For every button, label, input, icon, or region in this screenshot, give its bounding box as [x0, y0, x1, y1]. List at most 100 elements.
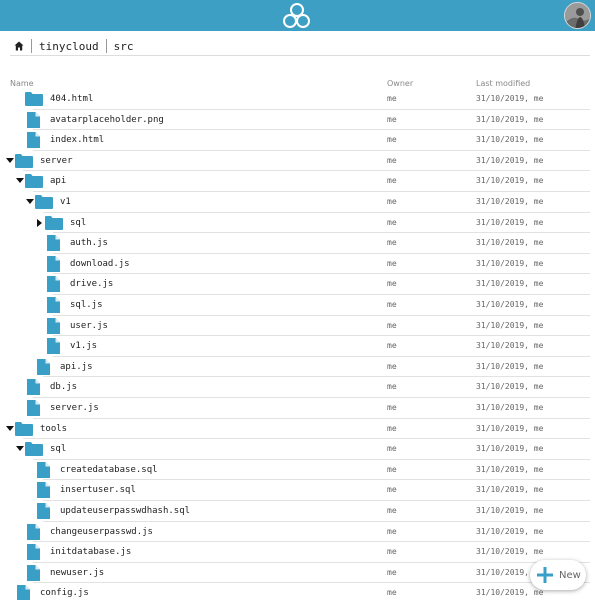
- file-icon: [27, 523, 40, 540]
- file-name-cell[interactable]: drive.js: [35, 274, 113, 294]
- expand-toggle[interactable]: [15, 439, 25, 459]
- file-name: tools: [40, 423, 68, 434]
- file-name-cell[interactable]: config.js: [5, 583, 89, 600]
- file-row[interactable]: index.html me 31/10/2019, me: [0, 130, 595, 151]
- file-row[interactable]: server.js me 31/10/2019, me: [0, 398, 595, 419]
- file-icon: [47, 297, 60, 313]
- file-name-cell[interactable]: insertuser.sql: [25, 480, 136, 500]
- file-name-cell[interactable]: auth.js: [35, 233, 108, 253]
- file-icon: [17, 585, 30, 600]
- file-name: index.html: [50, 135, 105, 146]
- file-name-cell[interactable]: createdatabase.sql: [25, 460, 158, 480]
- file-modified: 31/10/2019, me: [476, 94, 544, 103]
- file-row[interactable]: auth.js me 31/10/2019, me: [0, 233, 595, 254]
- file-name-cell[interactable]: v1.js: [35, 336, 97, 356]
- file-name-cell[interactable]: api.js: [25, 357, 93, 377]
- file-name-cell[interactable]: tools: [5, 419, 67, 439]
- file-modified: 31/10/2019, me: [476, 547, 544, 557]
- file-name-cell[interactable]: server.js: [15, 398, 99, 418]
- file-modified: 31/10/2019, me: [476, 135, 544, 145]
- file-modified: 31/10/2019, me: [476, 361, 544, 371]
- file-name-cell[interactable]: api: [15, 171, 66, 191]
- file-row[interactable]: v1.js me 31/10/2019, me: [0, 336, 595, 357]
- new-button-label: New: [559, 569, 581, 581]
- file-name-cell[interactable]: initdatabase.js: [15, 542, 131, 562]
- file-name-cell[interactable]: sql: [35, 213, 86, 233]
- new-button[interactable]: New: [530, 560, 586, 590]
- file-modified: 31/10/2019, me: [476, 155, 544, 165]
- file-row[interactable]: 404.html me 31/10/2019, me: [0, 89, 595, 110]
- expand-toggle[interactable]: [15, 171, 25, 191]
- breadcrumb-item-tinycloud[interactable]: tinycloud: [39, 40, 99, 53]
- column-header-modified[interactable]: Last modified: [476, 79, 530, 88]
- file-name-cell[interactable]: sql: [15, 439, 66, 459]
- home-icon[interactable]: [14, 41, 24, 51]
- file-owner: me: [387, 155, 397, 165]
- expand-toggle[interactable]: [5, 151, 15, 171]
- file-row[interactable]: changeuserpasswd.js me 31/10/2019, me: [0, 522, 595, 543]
- file-row[interactable]: api.js me 31/10/2019, me: [0, 357, 595, 378]
- file-row[interactable]: sql.js me 31/10/2019, me: [0, 295, 595, 316]
- file-icon: [47, 255, 60, 272]
- expand-toggle[interactable]: [35, 213, 45, 233]
- file-owner: me: [387, 279, 397, 289]
- chevron-down-icon: [6, 425, 14, 431]
- tinycloud-logo-icon[interactable]: [281, 2, 313, 29]
- expand-toggle[interactable]: [25, 192, 35, 212]
- file-modified: 31/10/2019, me: [476, 176, 544, 186]
- file-row[interactable]: insertuser.sql me 31/10/2019, me: [0, 480, 595, 501]
- file-name-cell[interactable]: v1: [25, 192, 71, 212]
- file-modified: 31/10/2019, me: [476, 526, 544, 536]
- file-modified: 31/10/2019, me: [476, 382, 544, 392]
- breadcrumb-item-src[interactable]: src: [114, 40, 134, 53]
- file-row[interactable]: createdatabase.sql me 31/10/2019, me: [0, 460, 595, 481]
- file-name: user.js: [70, 320, 108, 331]
- folder-icon: [15, 421, 33, 436]
- file-row[interactable]: newuser.js me 31/10/2019, me: [0, 563, 595, 584]
- file-name-cell[interactable]: avatarplaceholder.png: [15, 110, 164, 130]
- file-row[interactable]: sql me 31/10/2019, me: [0, 439, 595, 460]
- file-name-cell[interactable]: user.js: [35, 316, 108, 336]
- file-owner: me: [387, 464, 397, 474]
- file-row[interactable]: download.js me 31/10/2019, me: [0, 254, 595, 275]
- file-name-cell[interactable]: 404.html: [15, 89, 93, 109]
- file-name: db.js: [50, 382, 78, 393]
- file-name: sql.js: [70, 300, 103, 310]
- file-row[interactable]: sql me 31/10/2019, me: [0, 213, 595, 234]
- expand-toggle[interactable]: [5, 419, 15, 439]
- file-owner: me: [387, 341, 397, 351]
- file-row[interactable]: initdatabase.js me 31/10/2019, me: [0, 542, 595, 563]
- file-name-cell[interactable]: sql.js: [35, 295, 103, 315]
- file-name-cell[interactable]: download.js: [35, 254, 130, 274]
- column-header-name[interactable]: Name: [10, 79, 34, 88]
- file-name: sql: [70, 217, 87, 228]
- file-row[interactable]: v1 me 31/10/2019, me: [0, 192, 595, 213]
- file-name-cell[interactable]: db.js: [15, 377, 77, 397]
- file-row[interactable]: updateuserpasswdhash.sql me 31/10/2019, me: [0, 501, 595, 522]
- file-row[interactable]: avatarplaceholder.png me 31/10/2019, me: [0, 110, 595, 131]
- file-name-cell[interactable]: index.html: [15, 130, 104, 150]
- file-row[interactable]: db.js me 31/10/2019, me: [0, 377, 595, 398]
- file-name-cell[interactable]: updateuserpasswdhash.sql: [25, 501, 190, 521]
- file-modified: 31/10/2019, me: [476, 258, 544, 268]
- file-name-cell[interactable]: newuser.js: [15, 563, 104, 583]
- file-icon: [37, 503, 50, 519]
- file-name: download.js: [70, 258, 130, 269]
- avatar[interactable]: [564, 2, 591, 29]
- file-owner: me: [387, 197, 397, 206]
- file-icon: [27, 132, 40, 149]
- file-name-cell[interactable]: server: [5, 151, 73, 171]
- file-row[interactable]: server me 31/10/2019, me: [0, 151, 595, 172]
- file-name: auth.js: [70, 238, 108, 249]
- file-row[interactable]: drive.js me 31/10/2019, me: [0, 274, 595, 295]
- file-row[interactable]: user.js me 31/10/2019, me: [0, 316, 595, 337]
- folder-icon: [25, 442, 43, 457]
- file-row[interactable]: api me 31/10/2019, me: [0, 171, 595, 192]
- column-header-owner[interactable]: Owner: [387, 79, 413, 88]
- file-modified: 31/10/2019, me: [476, 588, 544, 598]
- file-row[interactable]: config.js me 31/10/2019, me: [0, 583, 595, 600]
- file-name: v1.js: [70, 341, 98, 352]
- file-name-cell[interactable]: changeuserpasswd.js: [15, 522, 153, 542]
- file-name: avatarplaceholder.png: [50, 114, 164, 125]
- file-row[interactable]: tools me 31/10/2019, me: [0, 419, 595, 440]
